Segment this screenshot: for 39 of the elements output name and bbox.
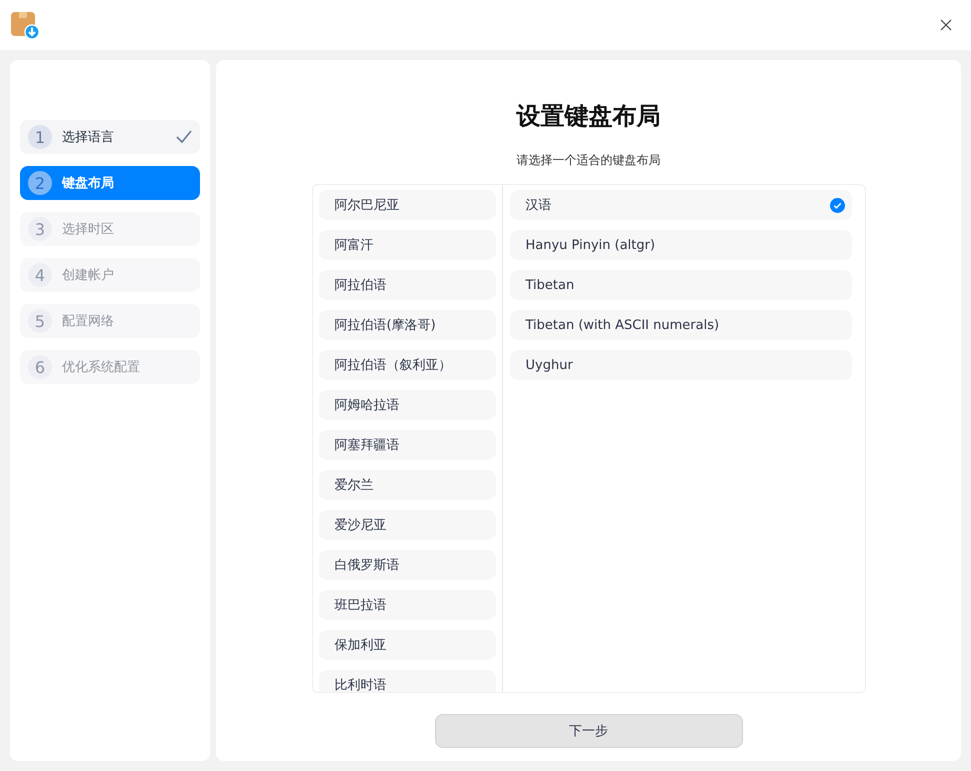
language-item[interactable]: 比利时语 (318, 670, 496, 692)
language-item[interactable]: 阿塞拜疆语 (318, 430, 496, 460)
language-item[interactable]: 阿富汗 (318, 230, 496, 260)
check-icon (176, 130, 192, 144)
language-item[interactable]: 爱沙尼亚 (318, 510, 496, 540)
page-title: 设置键盘布局 (516, 101, 660, 132)
layout-item[interactable]: Tibetan (510, 270, 852, 300)
check-icon (830, 198, 844, 212)
language-item[interactable]: 爱尔兰 (318, 470, 496, 500)
step-number: 1 (28, 125, 52, 149)
step-number: 5 (28, 309, 52, 333)
language-item[interactable]: 阿拉伯语(摩洛哥) (318, 310, 496, 340)
step-label: 创建帐户 (62, 267, 115, 284)
layout-item[interactable]: Tibetan (with ASCII numerals) (510, 310, 852, 340)
step-label: 优化系统配置 (62, 359, 141, 376)
package-download-icon (10, 11, 40, 41)
step-label: 选择语言 (62, 129, 115, 146)
step-number: 4 (28, 263, 52, 287)
step-number: 6 (28, 355, 52, 379)
layout-item[interactable]: Hanyu Pinyin (altgr) (510, 230, 852, 260)
close-icon[interactable] (940, 19, 952, 31)
language-item[interactable]: 白俄罗斯语 (318, 550, 496, 580)
step-item[interactable]: 1 选择语言 (20, 120, 200, 154)
page-subtitle: 请选择一个适合的键盘布局 (516, 152, 660, 169)
language-item[interactable]: 阿尔巴尼亚 (318, 190, 496, 220)
step-label: 选择时区 (62, 221, 115, 238)
step-item[interactable]: 2 键盘布局 (20, 166, 200, 200)
step-number: 3 (28, 217, 52, 241)
step-label: 键盘布局 (62, 175, 115, 192)
layout-item[interactable]: 汉语 (510, 190, 852, 220)
layout-item[interactable]: Uyghur (510, 350, 852, 380)
step-number: 2 (28, 171, 52, 195)
language-item[interactable]: 阿姆哈拉语 (318, 390, 496, 420)
language-item[interactable]: 阿拉伯语（叙利亚） (318, 350, 496, 380)
language-item[interactable]: 保加利亚 (318, 630, 496, 660)
language-item[interactable]: 阿拉伯语 (318, 270, 496, 300)
language-item[interactable]: 班巴拉语 (318, 590, 496, 620)
next-button[interactable]: 下一步 (434, 714, 742, 748)
step-label: 配置网络 (62, 313, 115, 330)
